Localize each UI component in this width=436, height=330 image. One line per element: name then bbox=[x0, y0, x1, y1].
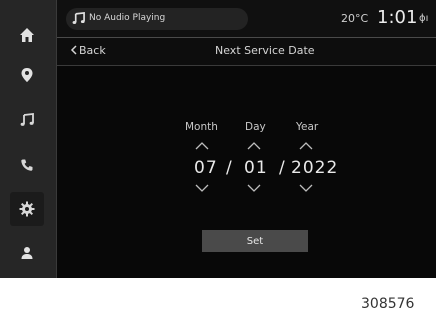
sidebar-item-profile[interactable] bbox=[10, 236, 44, 270]
sidebar-item-audio[interactable] bbox=[10, 103, 44, 137]
sidebar-item-phone[interactable] bbox=[10, 148, 44, 182]
figure-number: 308576 bbox=[361, 296, 415, 312]
chevron-down-icon bbox=[247, 184, 261, 192]
day-up-button[interactable] bbox=[245, 140, 263, 152]
sidebar-item-settings[interactable] bbox=[10, 192, 44, 226]
date-separator: / bbox=[279, 158, 286, 178]
year-value[interactable]: 2022 bbox=[291, 158, 338, 178]
audio-status-text: No Audio Playing bbox=[89, 13, 166, 23]
location-pin-icon bbox=[21, 68, 33, 82]
home-icon bbox=[20, 28, 34, 42]
day-down-button[interactable] bbox=[245, 182, 263, 194]
year-label: Year bbox=[296, 121, 319, 133]
phone-status-indicator: ɸı bbox=[419, 13, 429, 24]
chevron-down-icon bbox=[195, 184, 209, 192]
day-value[interactable]: 01 bbox=[244, 158, 268, 178]
day-label: Day bbox=[245, 121, 266, 133]
sidebar-item-home[interactable] bbox=[10, 18, 44, 52]
clock: 1:01 bbox=[377, 7, 418, 28]
gear-icon bbox=[19, 201, 35, 217]
back-button[interactable]: Back bbox=[70, 44, 106, 57]
status-bar: No Audio Playing 20°C 1:01 ɸı bbox=[57, 0, 436, 38]
sidebar-item-navigation[interactable] bbox=[10, 58, 44, 92]
month-value[interactable]: 07 bbox=[194, 158, 218, 178]
chevron-up-icon bbox=[195, 142, 209, 150]
page-header: Back Next Service Date bbox=[57, 38, 436, 66]
year-down-button[interactable] bbox=[297, 182, 315, 194]
chevron-down-icon bbox=[299, 184, 313, 192]
music-note-icon bbox=[72, 12, 85, 24]
chevron-left-icon bbox=[70, 45, 77, 55]
sidebar bbox=[0, 0, 57, 278]
user-icon bbox=[21, 247, 33, 259]
date-separator: / bbox=[226, 158, 233, 178]
music-note-icon bbox=[20, 113, 34, 126]
chevron-up-icon bbox=[247, 142, 261, 150]
set-button[interactable]: Set bbox=[202, 230, 308, 252]
year-up-button[interactable] bbox=[297, 140, 315, 152]
phone-icon bbox=[21, 159, 33, 171]
head-unit-screen: No Audio Playing 20°C 1:01 ɸı Back Next … bbox=[0, 0, 436, 278]
month-label: Month bbox=[185, 121, 218, 133]
month-down-button[interactable] bbox=[193, 182, 211, 194]
month-up-button[interactable] bbox=[193, 140, 211, 152]
outside-temperature: 20°C bbox=[341, 12, 369, 25]
chevron-up-icon bbox=[299, 142, 313, 150]
back-button-label: Back bbox=[79, 44, 106, 57]
page-title: Next Service Date bbox=[215, 44, 315, 57]
main-panel: No Audio Playing 20°C 1:01 ɸı Back Next … bbox=[57, 0, 436, 278]
